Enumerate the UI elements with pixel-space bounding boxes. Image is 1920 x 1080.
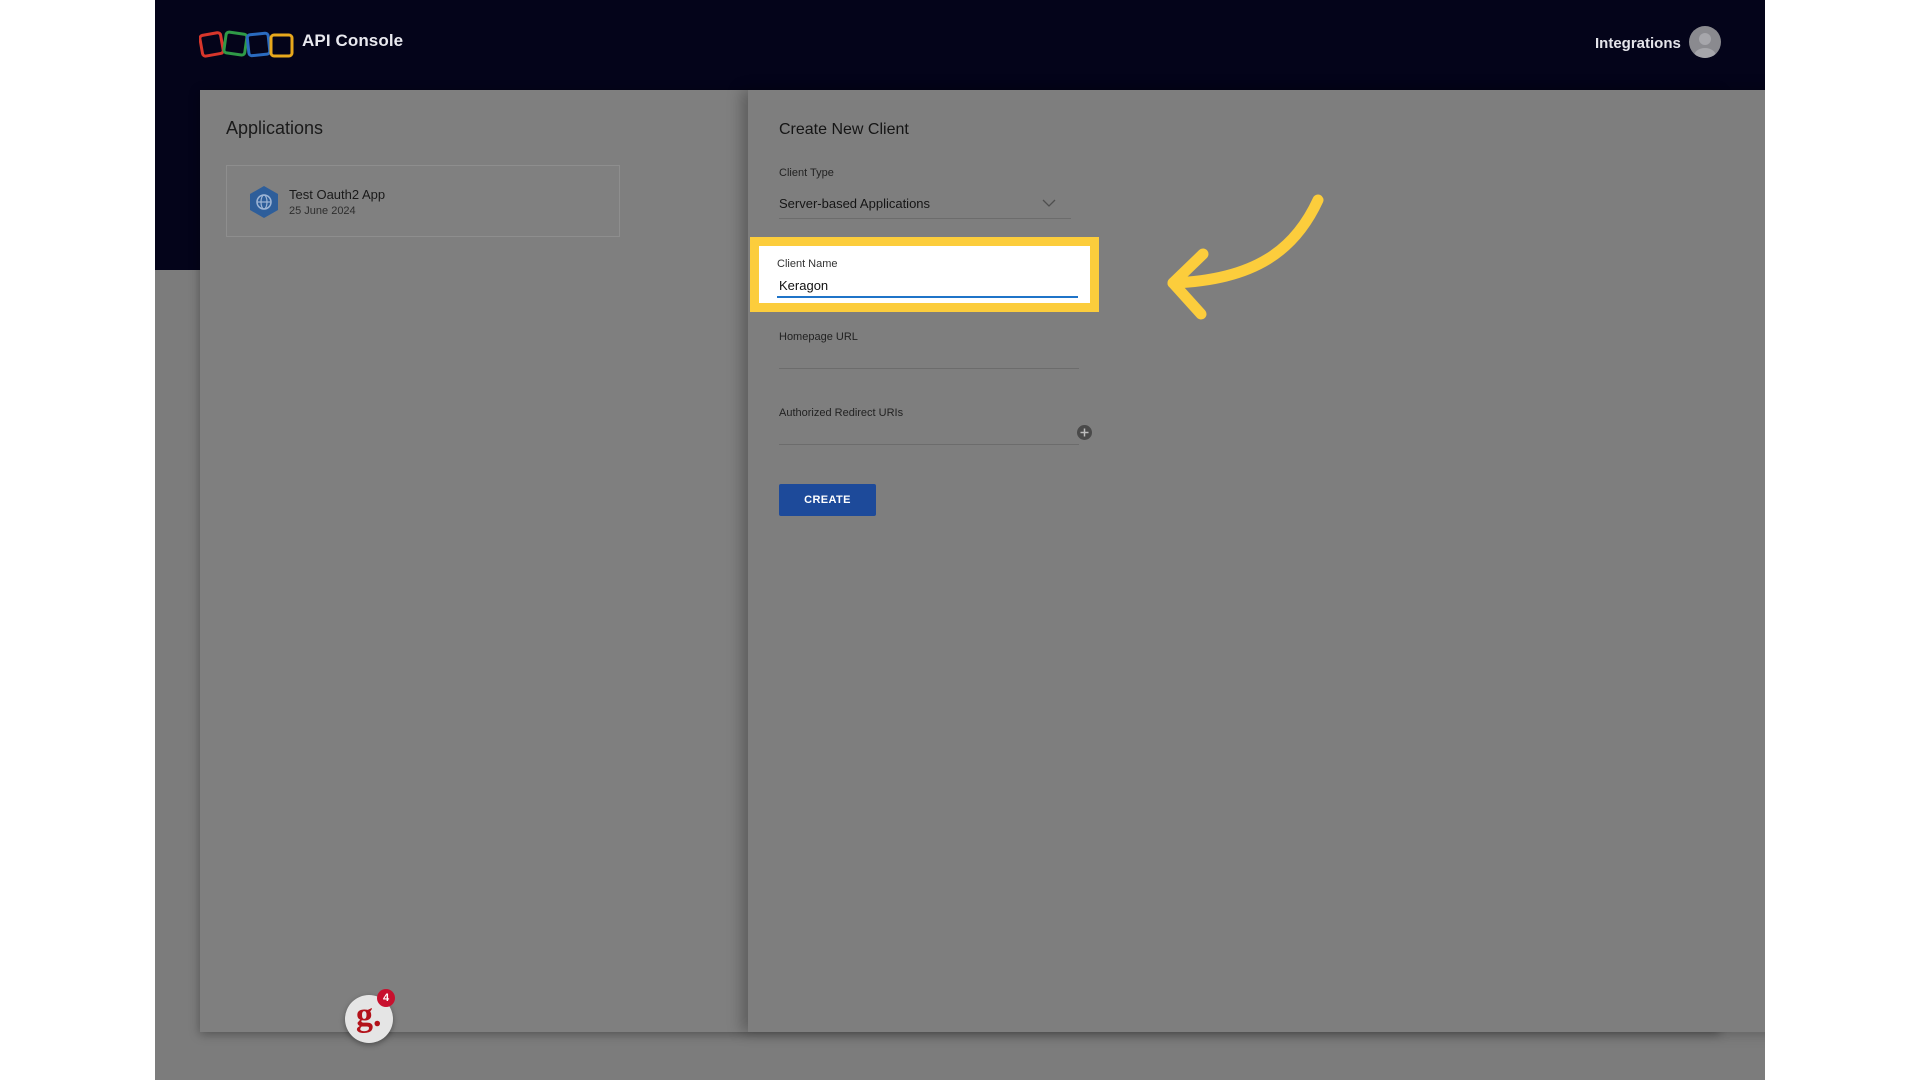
client-type-underline	[779, 218, 1071, 219]
create-button[interactable]: CREATE	[779, 484, 876, 516]
client-type-label: Client Type	[779, 167, 834, 179]
homepage-url-input[interactable]	[779, 368, 1079, 369]
client-name-label: Client Name	[777, 258, 838, 270]
application-name: Test Oauth2 App	[289, 187, 386, 202]
client-name-input[interactable]	[777, 277, 1082, 294]
add-redirect-uri-button[interactable]	[1077, 425, 1092, 440]
redirect-uris-input[interactable]	[779, 444, 1079, 445]
applications-title: Applications	[226, 118, 324, 138]
redirect-uris-label: Authorized Redirect URIs	[779, 407, 904, 419]
application-card[interactable]: Test Oauth2 App 25 June 2024	[226, 165, 620, 237]
zoho-logo	[199, 30, 294, 58]
app-title: API Console	[302, 31, 404, 50]
client-name-underline	[777, 296, 1078, 298]
integrations-link[interactable]: Integrations	[1595, 35, 1681, 52]
client-type-select[interactable]: Server-based Applications	[779, 196, 930, 211]
application-date: 25 June 2024	[289, 205, 356, 217]
annotation-arrow	[1167, 194, 1324, 320]
globe-hexagon-icon	[250, 186, 278, 218]
plus-icon	[1080, 428, 1089, 437]
badge-count: 4	[377, 989, 395, 1007]
chevron-down-icon[interactable]	[1042, 199, 1056, 207]
guide-badge[interactable]: g. 4	[345, 989, 395, 1043]
screen-frame: API Console Integrations Applications Te…	[155, 0, 1765, 1080]
drawer-title: Create New Client	[779, 121, 909, 138]
homepage-url-label: Homepage URL	[779, 331, 858, 343]
client-name-highlight: Client Name	[750, 237, 1099, 312]
user-avatar[interactable]	[1689, 26, 1721, 58]
client-name-field: Client Name	[759, 246, 1090, 303]
user-icon	[1694, 33, 1716, 58]
